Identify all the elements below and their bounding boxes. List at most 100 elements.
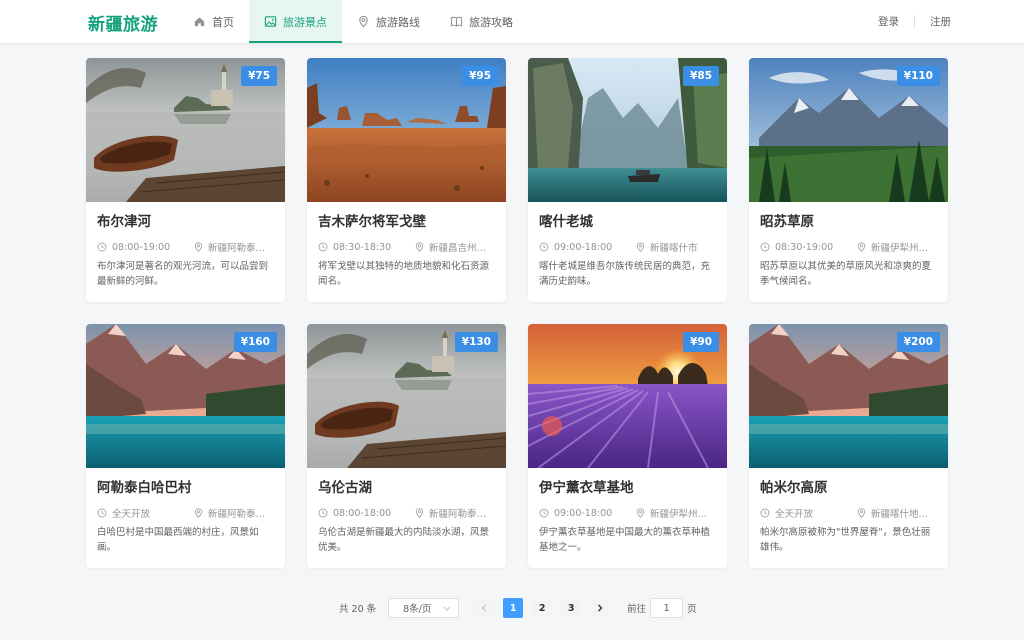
location-icon <box>857 242 866 252</box>
page-size-value: 8条/页 <box>403 604 432 615</box>
page-button-1[interactable]: 1 <box>503 598 524 618</box>
nav-label: 旅游景点 <box>283 15 327 29</box>
attraction-title: 阿勒泰白哈巴村 <box>97 480 192 496</box>
attraction-description: 帕米尔高原被称为"世界屋脊"，景色壮丽雄伟。 <box>760 527 931 553</box>
attraction-description: 将军戈壁以其独特的地质地貌和化石资源闻名。 <box>318 261 490 287</box>
hours-text: 09:00-18:00 <box>554 241 613 253</box>
attraction-location: 新疆阿勒泰地... <box>194 240 274 254</box>
attraction-location: 新疆阿勒泰地... <box>194 506 274 520</box>
attraction-card[interactable]: ¥85 喀什老城 09:00-18:00 新疆喀什市 喀什老城是维吾尔族传统民居… <box>528 58 727 302</box>
attraction-image: ¥75 <box>86 58 285 202</box>
attraction-card[interactable]: ¥95 吉木萨尔将军戈壁 08:30-18:30 新疆昌吉州吉... 将军戈壁以… <box>307 58 506 302</box>
price-badge: ¥95 <box>462 66 498 86</box>
login-link[interactable]: 登录 <box>878 14 899 29</box>
site-logo[interactable]: 新疆旅游 <box>88 10 158 35</box>
clock-icon <box>97 242 107 252</box>
nav-label: 旅游攻略 <box>469 15 513 29</box>
chevron-right-icon <box>598 604 603 612</box>
opening-hours: 08:00-18:00 <box>318 508 415 519</box>
location-text: 新疆喀什地区... <box>871 509 937 520</box>
page-size-select[interactable]: 8条/页 <box>388 598 460 618</box>
attraction-card[interactable]: ¥130 乌伦古湖 08:00-18:00 新疆阿勒泰地... 乌伦古湖是新疆最… <box>307 324 506 568</box>
hours-text: 08:00-19:00 <box>112 241 171 253</box>
attraction-title: 吉木萨尔将军戈壁 <box>318 214 426 230</box>
clock-icon <box>539 508 549 518</box>
attraction-title: 昭苏草原 <box>760 214 814 230</box>
clock-icon <box>318 508 328 518</box>
location-text: 新疆伊犁州昭... <box>871 243 937 254</box>
opening-hours: 08:30-19:00 <box>760 242 857 253</box>
clock-icon <box>318 242 328 252</box>
location-icon <box>359 15 368 28</box>
next-page-button[interactable] <box>590 598 611 618</box>
auth-links: 登录 注册 <box>878 0 951 43</box>
divider <box>914 14 915 29</box>
opening-hours: 全天开放 <box>97 506 194 520</box>
attraction-description: 喀什老城是维吾尔族传统民居的典范，充满历史韵味。 <box>539 261 711 287</box>
location-icon <box>415 508 424 518</box>
nav-label: 首页 <box>212 15 234 29</box>
prev-page-button[interactable] <box>474 598 495 618</box>
location-text: 新疆昌吉州吉... <box>429 243 495 254</box>
clock-icon <box>760 242 770 252</box>
hours-text: 09:00-18:00 <box>554 507 613 519</box>
attraction-card[interactable]: ¥200 帕米尔高原 全天开放 新疆喀什地区... 帕米尔高原被称为"世界屋脊"… <box>749 324 948 568</box>
location-icon <box>636 508 645 518</box>
image-icon <box>264 16 277 27</box>
nav-item-home[interactable]: 首页 <box>178 0 249 43</box>
attraction-title: 喀什老城 <box>539 214 593 230</box>
attraction-location: 新疆伊犁州伊... <box>636 506 716 520</box>
attraction-location: 新疆昌吉州吉... <box>415 240 495 254</box>
nav-item-guides[interactable]: 旅游攻略 <box>435 0 528 43</box>
home-icon <box>194 17 205 27</box>
chevron-down-icon <box>443 606 451 611</box>
hours-text: 08:30-18:30 <box>333 241 392 253</box>
price-badge: ¥130 <box>454 332 498 352</box>
attraction-title: 伊宁薰衣草基地 <box>539 480 634 496</box>
attraction-description: 昭苏草原以其优美的草原风光和凉爽的夏季气候闻名。 <box>760 261 932 287</box>
nav-item-attractions[interactable]: 旅游景点 <box>249 0 342 43</box>
attraction-location: 新疆喀什地区... <box>857 506 937 520</box>
attraction-location: 新疆喀什市 <box>636 240 716 254</box>
attraction-card[interactable]: ¥110 昭苏草原 08:30-19:00 新疆伊犁州昭... 昭苏草原以其优美… <box>749 58 948 302</box>
hours-text: 全天开放 <box>775 509 814 520</box>
attraction-image: ¥95 <box>307 58 506 202</box>
attraction-image: ¥200 <box>749 324 948 468</box>
goto-page-input[interactable] <box>650 598 684 618</box>
page-button-3[interactable]: 3 <box>561 598 582 618</box>
chevron-left-icon <box>481 604 487 612</box>
clock-icon <box>97 508 107 518</box>
location-icon <box>194 508 203 518</box>
clock-icon <box>760 508 770 518</box>
hours-text: 08:00-18:00 <box>333 507 392 519</box>
price-badge: ¥90 <box>683 332 719 352</box>
attraction-description: 布尔津河是著名的观光河流，可以品尝到最新鲜的河鲜。 <box>97 261 269 287</box>
location-text: 新疆喀什市 <box>650 243 698 254</box>
register-link[interactable]: 注册 <box>930 14 951 29</box>
opening-hours: 08:00-19:00 <box>97 242 194 253</box>
attraction-image: ¥85 <box>528 58 727 202</box>
location-icon <box>194 242 203 252</box>
attraction-card[interactable]: ¥90 伊宁薰衣草基地 09:00-18:00 新疆伊犁州伊... 伊宁薰衣草基… <box>528 324 727 568</box>
attraction-title: 帕米尔高原 <box>760 480 828 496</box>
book-icon <box>450 16 463 27</box>
goto-suffix: 页 <box>687 604 697 615</box>
hours-text: 全天开放 <box>112 509 151 520</box>
page-button-2[interactable]: 2 <box>532 598 553 618</box>
clock-icon <box>539 242 549 252</box>
opening-hours: 全天开放 <box>760 506 857 520</box>
attraction-location: 新疆伊犁州昭... <box>857 240 937 254</box>
attraction-description: 乌伦古湖是新疆最大的内陆淡水湖，风景优美。 <box>318 527 490 553</box>
opening-hours: 09:00-18:00 <box>539 508 636 519</box>
price-badge: ¥85 <box>683 66 719 86</box>
attraction-title: 布尔津河 <box>97 214 151 230</box>
location-text: 新疆阿勒泰地... <box>208 243 274 254</box>
attraction-location: 新疆阿勒泰地... <box>415 506 495 520</box>
attraction-card[interactable]: ¥75 布尔津河 08:00-19:00 新疆阿勒泰地... 布尔津河是著名的观… <box>86 58 285 302</box>
attraction-grid: ¥75 布尔津河 08:00-19:00 新疆阿勒泰地... 布尔津河是著名的观… <box>86 58 948 568</box>
location-text: 新疆阿勒泰地... <box>429 509 495 520</box>
attraction-card[interactable]: ¥160 阿勒泰白哈巴村 全天开放 新疆阿勒泰地... 白哈巴村是中国最西端的村… <box>86 324 285 568</box>
nav-item-routes[interactable]: 旅游路线 <box>342 0 435 43</box>
price-badge: ¥160 <box>233 332 277 352</box>
price-badge: ¥200 <box>896 332 940 352</box>
